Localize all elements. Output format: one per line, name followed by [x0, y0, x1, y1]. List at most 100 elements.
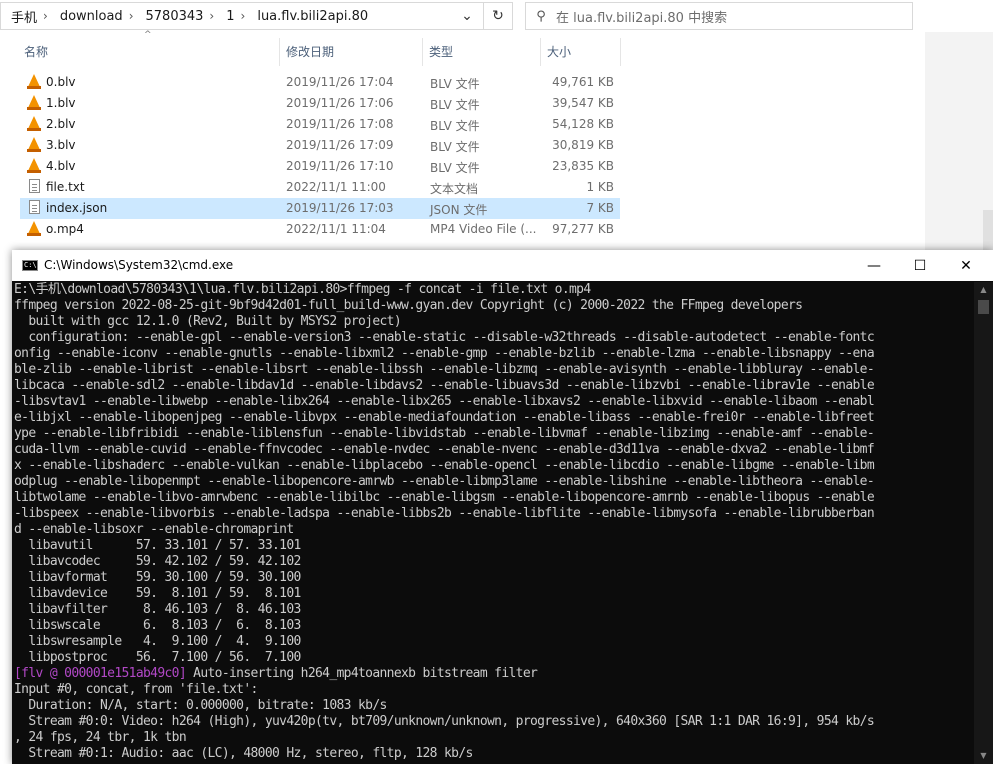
vlc-cone-icon — [27, 221, 41, 236]
file-name: 0.blv — [46, 75, 76, 89]
file-row[interactable]: file.txt 2022/11/1 11:00 文本文档 1 KB — [20, 177, 620, 198]
scroll-up-icon[interactable]: ▲ — [974, 282, 993, 298]
close-button[interactable]: ✕ — [943, 250, 989, 281]
address-bar[interactable]: 手机 › download › 5780343 › 1 › lua.flv.bi… — [0, 2, 513, 30]
chevron-right-icon[interactable]: › — [41, 9, 50, 23]
explorer-scrollbar[interactable] — [983, 210, 993, 250]
file-row[interactable]: o.mp4 2022/11/1 11:04 MP4 Video File (... 9… — [20, 219, 620, 240]
column-date[interactable]: 修改日期 — [280, 38, 423, 66]
chevron-right-icon[interactable]: › — [127, 9, 136, 23]
breadcrumb-item[interactable]: 5780343 — [136, 9, 208, 24]
file-row[interactable]: 1.blv 2019/11/26 17:06 BLV 文件 39,547 KB — [20, 93, 620, 114]
vlc-cone-icon — [27, 95, 41, 110]
file-name: 3.blv — [46, 138, 76, 152]
terminal-line: -libspeex --enable-libvorbis --enable-la… — [14, 506, 875, 521]
scroll-thumb[interactable] — [978, 300, 989, 314]
file-date: 2019/11/26 17:03 — [286, 201, 394, 215]
file-name: o.mp4 — [46, 222, 84, 236]
vlc-cone-icon — [27, 74, 41, 89]
address-dropdown-button[interactable]: ⌄ — [452, 2, 482, 30]
file-date: 2019/11/26 17:09 — [286, 138, 394, 152]
chevron-right-icon[interactable]: › — [239, 9, 248, 23]
minimize-icon: — — [867, 257, 881, 274]
file-type: BLV 文件 — [430, 77, 480, 91]
terminal-line: libpostproc 56. 7.100 / 56. 7.100 — [14, 650, 301, 665]
breadcrumb-item[interactable]: 手机 — [1, 7, 41, 26]
terminal-line: Duration: N/A, start: 0.000000, bitrate:… — [14, 698, 387, 713]
chevron-right-icon[interactable]: › — [207, 9, 216, 23]
file-size: 1 KB — [586, 180, 614, 194]
file-name: file.txt — [46, 180, 85, 194]
file-type: JSON 文件 — [430, 203, 488, 217]
file-size: 54,128 KB — [552, 117, 614, 131]
column-size[interactable]: 大小 — [541, 38, 621, 66]
terminal-line: libavfilter 8. 46.103 / 8. 46.103 — [14, 602, 301, 617]
terminal-line: ype --enable-libfribidi --enable-liblens… — [14, 426, 875, 441]
terminal-line: libswscale 6. 8.103 / 6. 8.103 — [14, 618, 301, 633]
file-date: 2019/11/26 17:06 — [286, 96, 394, 110]
refresh-button[interactable]: ↻ — [483, 2, 513, 30]
cmd-title-bar[interactable]: C:\ C:\Windows\System32\cmd.exe — ☐ ✕ — [12, 250, 993, 281]
cmd-scrollbar[interactable]: ▲ ▼ — [974, 282, 993, 764]
terminal-line: onfig --enable-iconv --enable-gnutls --e… — [14, 346, 875, 361]
text-file-icon — [29, 200, 40, 214]
close-icon: ✕ — [960, 257, 972, 274]
column-name[interactable]: 名称 — [18, 38, 280, 66]
column-type[interactable]: 类型 — [423, 38, 541, 66]
file-size: 39,547 KB — [552, 96, 614, 110]
explorer-toolbar: 手机 › download › 5780343 › 1 › lua.flv.bi… — [0, 0, 993, 32]
terminal-line: odplug --enable-libopenmpt --enable-libo… — [14, 474, 875, 489]
file-row[interactable]: index.json 2019/11/26 17:03 JSON 文件 7 KB — [20, 198, 620, 219]
terminal-line: libavcodec 59. 42.102 / 59. 42.102 — [14, 554, 301, 569]
vlc-cone-icon — [27, 116, 41, 131]
terminal-line: cuda-llvm --enable-cuvid --enable-ffnvco… — [14, 442, 875, 457]
flv-message: Auto-inserting h264_mp4toannexb bitstrea… — [186, 666, 538, 681]
flv-tag: [flv @ 000001e151ab49c0] — [14, 666, 187, 681]
terminal-line: libavutil 57. 33.101 / 57. 33.101 — [14, 538, 301, 553]
file-type: BLV 文件 — [430, 140, 480, 154]
file-row[interactable]: 3.blv 2019/11/26 17:09 BLV 文件 30,819 KB — [20, 135, 620, 156]
terminal-line: libswresample 4. 9.100 / 4. 9.100 — [14, 634, 301, 649]
file-date: 2019/11/26 17:10 — [286, 159, 394, 173]
file-row[interactable]: 0.blv 2019/11/26 17:04 BLV 文件 49,761 KB — [20, 72, 620, 93]
file-row[interactable]: 2.blv 2019/11/26 17:08 BLV 文件 54,128 KB — [20, 114, 620, 135]
file-row[interactable]: 4.blv 2019/11/26 17:10 BLV 文件 23,835 KB — [20, 156, 620, 177]
file-name: 4.blv — [46, 159, 76, 173]
file-name: index.json — [46, 201, 108, 215]
minimize-button[interactable]: — — [851, 250, 897, 281]
terminal-line: ffmpeg version 2022-08-25-git-9bf9d42d01… — [14, 298, 803, 313]
maximize-button[interactable]: ☐ — [897, 250, 943, 281]
terminal-line: Stream #0:0: Video: h264 (High), yuv420p… — [14, 714, 875, 729]
file-list: 0.blv 2019/11/26 17:04 BLV 文件 49,761 KB 1.bl… — [20, 72, 620, 240]
breadcrumb-item[interactable]: lua.flv.bili2api.80 — [247, 9, 372, 24]
maximize-icon: ☐ — [913, 257, 927, 274]
search-input[interactable]: ⚲ 在 lua.flv.bili2api.80 中搜索 — [525, 2, 913, 30]
file-date: 2019/11/26 17:08 — [286, 117, 394, 131]
breadcrumb-item[interactable]: download — [50, 9, 127, 24]
terminal-line: ble-zlib --enable-librist --enable-libsr… — [14, 362, 875, 377]
cmd-window-title: C:\Windows\System32\cmd.exe — [44, 258, 234, 272]
breadcrumb-item[interactable]: 1 — [216, 9, 238, 24]
chevron-down-icon: ⌄ — [461, 8, 473, 24]
terminal-line: x --enable-libshaderc --enable-vulkan --… — [14, 458, 875, 473]
terminal-line: d --enable-libsoxr --enable-chromaprint — [14, 522, 294, 537]
refresh-icon: ↻ — [492, 8, 504, 24]
file-date: 2019/11/26 17:04 — [286, 75, 394, 89]
terminal-line-flv: [flv @ 000001e151ab49c0] Auto-inserting … — [14, 666, 974, 682]
file-size: 7 KB — [586, 201, 614, 215]
terminal-line: libavformat 59. 30.100 / 59. 30.100 — [14, 570, 301, 585]
terminal-line: -libsvtav1 --enable-libwebp --enable-lib… — [14, 394, 875, 409]
terminal-line: libtwolame --enable-libvo-amrwbenc --ena… — [14, 490, 875, 505]
terminal-line: e-libjxl --enable-libopenjpeg --enable-l… — [14, 410, 875, 425]
vlc-cone-icon — [27, 158, 41, 173]
text-file-icon — [29, 179, 40, 193]
column-headers: 名称 修改日期 类型 大小 — [0, 38, 925, 66]
sort-ascending-icon: ^ — [144, 30, 152, 40]
file-size: 23,835 KB — [552, 159, 614, 173]
file-type: BLV 文件 — [430, 161, 480, 175]
terminal-output[interactable]: E:\手机\download\5780343\1\lua.flv.bili2ap… — [14, 282, 974, 764]
terminal-line: configuration: --enable-gpl --enable-ver… — [14, 330, 875, 345]
file-size: 97,277 KB — [552, 222, 614, 236]
scroll-down-icon[interactable]: ▼ — [974, 748, 993, 764]
terminal-line: built with gcc 12.1.0 (Rev2, Built by MS… — [14, 314, 402, 329]
